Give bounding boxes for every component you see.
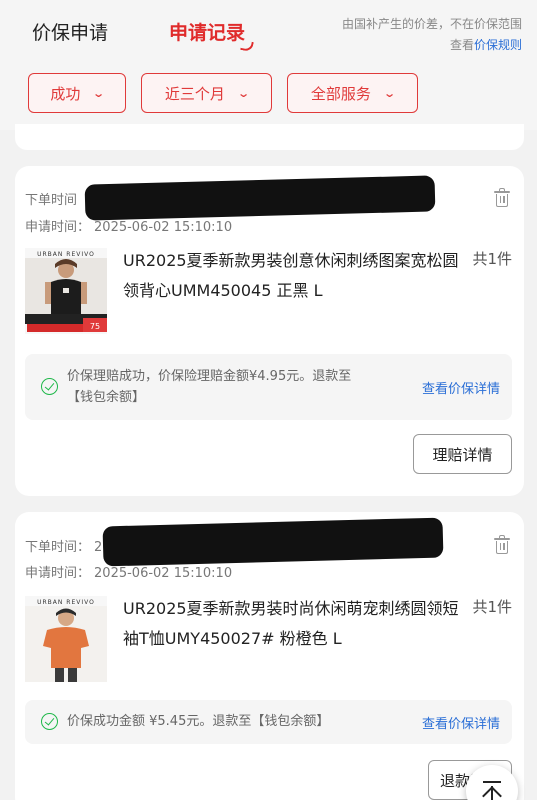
item-count: 共1件 (472, 598, 512, 616)
order-card: 下单时间：20 申请时间：2025-06-02 15:10:10 URBAN R… (15, 512, 524, 800)
apply-time-label: 申请时间 (25, 220, 78, 235)
apply-time-value: 2025-06-02 15:10:10 (94, 220, 233, 235)
header: 价保申请 申请记录 由国补产生的价差，不在价保范围 查看价保规则 成功 ⌄ 近三… (0, 0, 537, 130)
apply-time-label: 申请时间 (25, 566, 78, 581)
product-title[interactable]: UR2025夏季新款男装时尚休闲萌宠刺绣圆领短袖T恤UMY450027# 粉橙色… (123, 594, 473, 654)
status-text: 价保理赔成功，价保险理赔金额¥4.95元。退款至【钱包余额】 (67, 369, 352, 405)
claim-detail-button[interactable]: 理赔详情 (413, 434, 512, 474)
check-circle-icon (41, 378, 58, 395)
filter-status-label: 成功 (50, 84, 81, 103)
active-tab-underline-icon (240, 40, 254, 52)
filter-service-label: 全部服务 (310, 84, 371, 103)
product-title[interactable]: UR2025夏季新款男装创意休闲刺绣图案宽松圆领背心UMM450045 正黑 L (123, 246, 473, 306)
redaction-mark (84, 175, 436, 221)
redaction-mark (102, 517, 444, 567)
status-box: 价保理赔成功，价保险理赔金额¥4.95元。退款至【钱包余额】 查看价保详情 (25, 354, 512, 420)
filter-service[interactable]: 全部服务 ⌄ (287, 73, 418, 113)
order-time: 下单时间 (25, 189, 77, 208)
check-circle-icon (41, 713, 58, 730)
filter-time[interactable]: 近三个月 ⌄ (141, 73, 272, 113)
product-thumbnail[interactable]: URBAN REVIVO (25, 596, 107, 682)
notice-prefix: 查看 (449, 38, 474, 52)
thumb-brand: URBAN REVIVO (37, 251, 95, 258)
view-price-detail-link[interactable]: 查看价保详情 (422, 713, 500, 732)
model-image-icon: 75 (25, 258, 107, 332)
status-box: 价保成功金额 ¥5.45元。退款至【钱包余额】 查看价保详情 (25, 700, 512, 744)
notice-line1: 由国补产生的价差，不在价保范围 (341, 17, 522, 31)
filter-status[interactable]: 成功 ⌄ (28, 73, 126, 113)
chevron-down-icon: ⌄ (92, 86, 106, 100)
item-count: 共1件 (472, 250, 512, 268)
previous-card-bottom (15, 124, 524, 150)
apply-time-value: 2025-06-02 15:10:10 (94, 566, 233, 581)
apply-time: 申请时间： 2025-06-02 15:10:10 (25, 220, 233, 235)
trash-icon[interactable] (494, 188, 510, 207)
filter-time-label: 近三个月 (164, 84, 225, 103)
price-notice: 由国补产生的价差，不在价保范围 查看价保规则 (342, 14, 522, 56)
trash-icon[interactable] (494, 535, 510, 554)
chevron-down-icon: ⌄ (237, 86, 250, 100)
order-time: 下单时间：20 (25, 536, 111, 555)
price-rules-link[interactable]: 价保规则 (474, 38, 522, 52)
order-time-label: 下单时间 (25, 540, 78, 555)
chevron-down-icon: ⌄ (383, 86, 396, 100)
tab-records-label: 申请记录 (169, 22, 246, 44)
tab-records[interactable]: 申请记录 (169, 18, 254, 52)
status-text: 价保成功金额 ¥5.45元。退款至【钱包余额】 (67, 714, 330, 729)
apply-time: 申请时间： 2025-06-02 15:10:10 (25, 566, 233, 581)
thumb-price-tag: 75 (90, 322, 100, 331)
back-to-top-icon (483, 781, 501, 783)
tab-price-protect[interactable]: 价保申请 (32, 18, 108, 45)
model-image-icon (25, 606, 107, 682)
thumb-brand: URBAN REVIVO (37, 599, 95, 606)
view-price-detail-link[interactable]: 查看价保详情 (422, 378, 500, 397)
product-thumbnail[interactable]: URBAN REVIVO 75 (25, 248, 107, 334)
order-time-label: 下单时间 (25, 193, 78, 208)
order-card: 下单时间 申请时间： 2025-06-02 15:10:10 URBAN REVI… (15, 166, 524, 496)
